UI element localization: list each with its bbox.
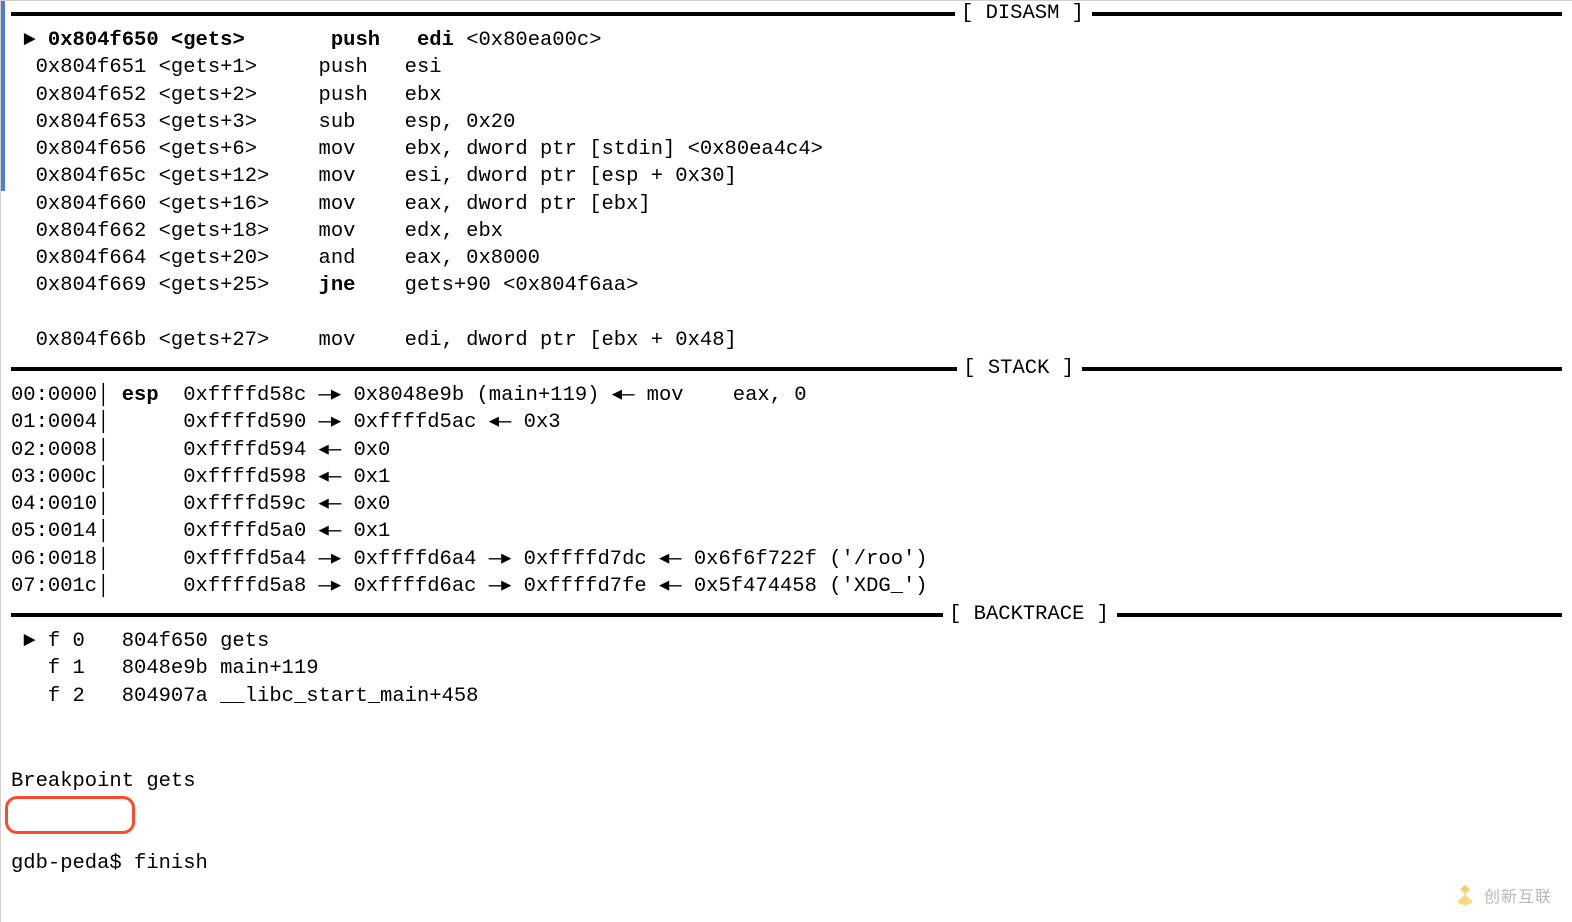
stack-block: 00:0000│ esp 0xffffd58c —▸ 0x8048e9b (ma… — [11, 380, 1562, 602]
section-header-stack: [ STACK ] — [11, 356, 1562, 380]
section-label-stack: [ STACK ] — [957, 357, 1082, 380]
divider-line — [1117, 613, 1562, 617]
logo-icon — [1452, 882, 1478, 908]
gdb-prompt: gdb-peda$ — [11, 852, 134, 875]
console-area[interactable]: Breakpoint gets gdb-peda$ finish Run til… — [11, 712, 1562, 922]
prompt-line[interactable]: gdb-peda$ finish — [11, 850, 1562, 877]
divider-line — [1092, 12, 1562, 16]
watermark: 创新互联 — [1452, 882, 1552, 908]
watermark-text: 创新互联 — [1484, 883, 1552, 907]
divider-line — [11, 367, 957, 371]
breakpoint-line: Breakpoint gets — [11, 768, 1562, 795]
section-header-disasm: [ DISASM ] — [11, 1, 1562, 25]
debugger-viewport: [ DISASM ] ► 0x804f650 <gets> push edi <… — [0, 0, 1572, 922]
disasm-block: ► 0x804f650 <gets> push edi <0x80ea00c> … — [11, 25, 1562, 356]
section-label-backtrace: [ BACKTRACE ] — [943, 603, 1117, 626]
divider-line — [11, 12, 955, 16]
section-label-disasm: [ DISASM ] — [955, 2, 1092, 25]
gdb-command: finish — [134, 852, 208, 875]
divider-line — [11, 613, 943, 617]
section-header-backtrace: [ BACKTRACE ] — [11, 602, 1562, 626]
backtrace-block: ► f 0 804f650 gets f 1 8048e9b main+119 … — [11, 626, 1562, 712]
left-gutter — [1, 1, 5, 191]
divider-line — [1082, 367, 1562, 371]
